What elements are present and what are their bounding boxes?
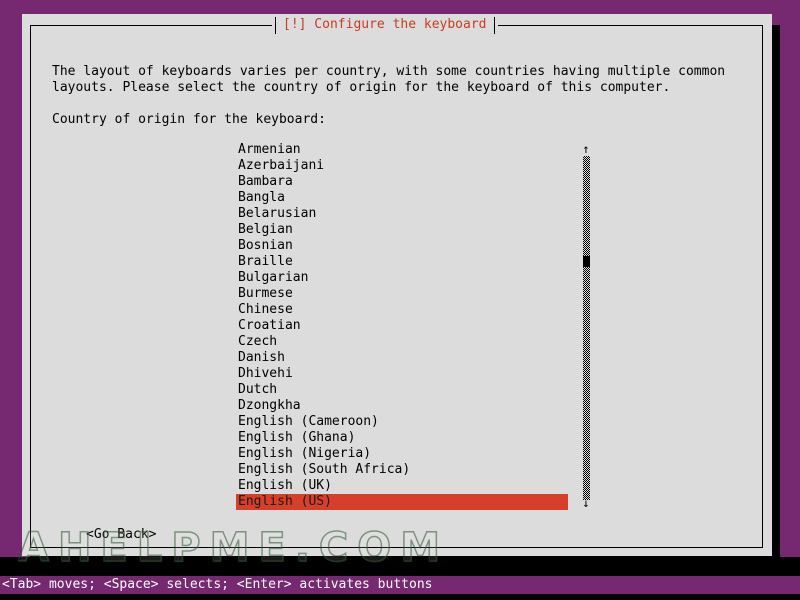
list-item[interactable]: Czech — [236, 334, 566, 350]
list-item[interactable]: Chinese — [236, 302, 566, 318]
list-item[interactable]: Belarusian — [236, 206, 566, 222]
intro-text-line-1: The layout of keyboards varies per count… — [52, 64, 726, 79]
list-item[interactable]: English (Nigeria) — [236, 446, 566, 462]
list-item[interactable]: English (Ghana) — [236, 430, 566, 446]
screen-bottom-filler — [0, 594, 800, 600]
list-item[interactable]: English (UK) — [236, 478, 566, 494]
page-title: [!] Configure the keyboard — [283, 17, 487, 32]
list-item[interactable]: Croatian — [236, 318, 566, 334]
installer-screen: [!] Configure the keyboard The layout of… — [0, 0, 800, 600]
list-scrollbar[interactable]: ↑ ↓ — [580, 142, 592, 512]
scroll-down-arrow-icon[interactable]: ↓ — [580, 496, 592, 512]
list-item[interactable]: Bosnian — [236, 238, 566, 254]
list-item[interactable]: Armenian — [236, 142, 566, 158]
list-item[interactable]: English (US) — [236, 494, 568, 510]
list-item[interactable]: Burmese — [236, 286, 566, 302]
list-item[interactable]: Azerbaijani — [236, 158, 566, 174]
list-item[interactable]: Dutch — [236, 382, 566, 398]
list-item[interactable]: Bambara — [236, 174, 566, 190]
list-item[interactable]: Belgian — [236, 222, 566, 238]
list-item[interactable]: Braille — [236, 254, 566, 270]
list-item[interactable]: Bangla — [236, 190, 566, 206]
country-prompt-label: Country of origin for the keyboard: — [52, 112, 326, 127]
list-item[interactable]: Danish — [236, 350, 566, 366]
configure-keyboard-dialog: [!] Configure the keyboard The layout of… — [22, 14, 772, 556]
scrollbar-track[interactable] — [583, 156, 590, 500]
list-item[interactable]: Dzongkha — [236, 398, 566, 414]
bottom-black-band — [0, 557, 800, 576]
dialog-title-bar: [!] Configure the keyboard — [272, 16, 498, 34]
intro-text-line-2: layouts. Please select the country of or… — [52, 80, 671, 95]
list-item[interactable]: English (South Africa) — [236, 462, 566, 478]
go-back-button[interactable]: <Go Back> — [86, 527, 156, 543]
list-item[interactable]: English (Cameroon) — [236, 414, 566, 430]
list-item[interactable]: Bulgarian — [236, 270, 566, 286]
list-item[interactable]: Dhivehi — [236, 366, 566, 382]
dialog-button-row: <Go Back> — [86, 527, 156, 543]
scrollbar-thumb[interactable] — [583, 256, 590, 267]
status-bar-hints: <Tab> moves; <Space> selects; <Enter> ac… — [0, 576, 786, 594]
title-right-tick-icon — [493, 16, 495, 34]
country-list[interactable]: Armenian Azerbaijani Bambara Bangla Belarusi… — [236, 142, 568, 510]
